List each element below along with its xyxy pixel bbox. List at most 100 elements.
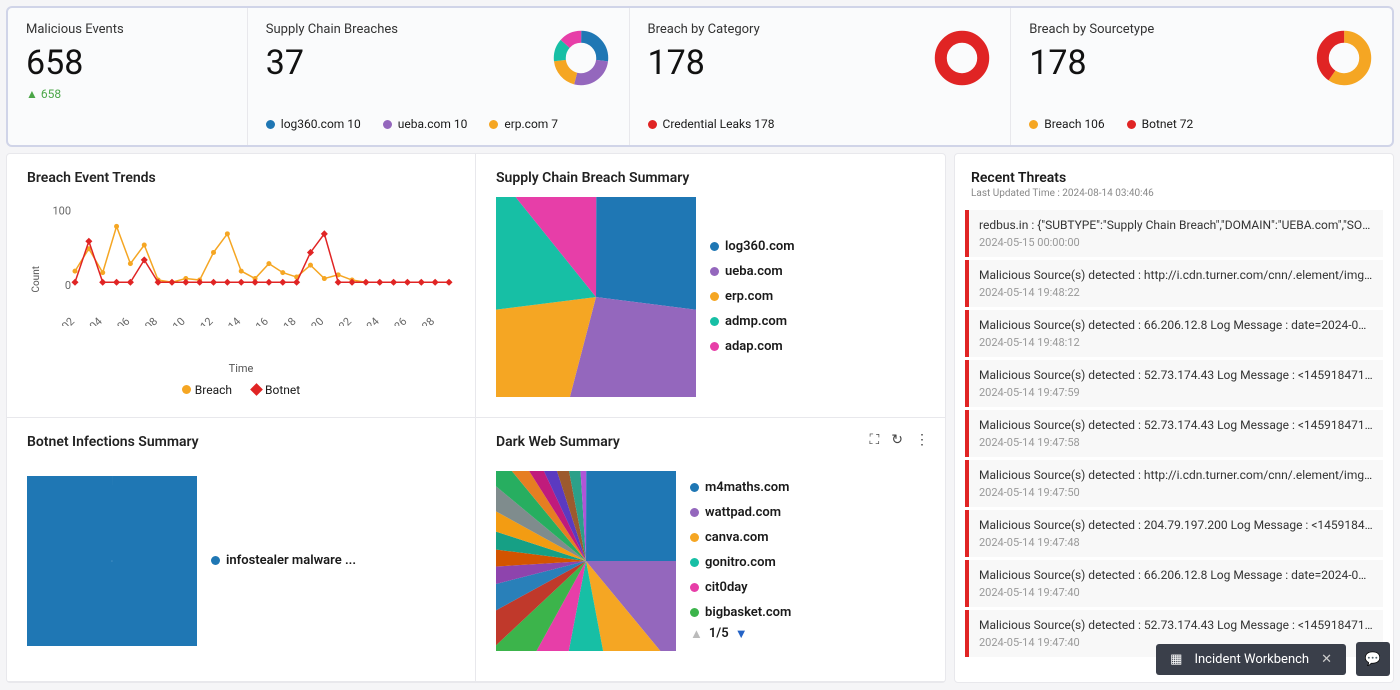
threat-message: Malicious Source(s) detected : 66.206.12… <box>979 568 1373 582</box>
threats-updated: Last Updated Time : 2024-08-14 03:40:46 <box>971 188 1377 199</box>
legend-item: log360.com 10 <box>266 117 361 131</box>
legend-item: erp.com 7 <box>489 117 558 131</box>
threat-message: Malicious Source(s) detected : 52.73.174… <box>979 368 1373 382</box>
sourcetype-donut-icon <box>1316 30 1372 86</box>
threat-message: redbus.in : {"SUBTYPE":"Supply Chain Bre… <box>979 218 1373 232</box>
threat-item[interactable]: Malicious Source(s) detected : 66.206.12… <box>965 310 1383 357</box>
panel-breach-trends[interactable]: Breach Event Trends Count 0100May 02May … <box>7 154 476 418</box>
botnet-legend: infostealer malware ... <box>211 553 356 568</box>
threat-message: Malicious Source(s) detected : 204.79.19… <box>979 518 1373 532</box>
threat-time: 2024-05-14 19:48:12 <box>979 336 1373 349</box>
panel-darkweb[interactable]: Dark Web Summary ⛶ ↻ ⋮ m4maths.com wattpa… <box>476 418 945 682</box>
threat-time: 2024-05-14 19:47:48 <box>979 536 1373 549</box>
stat-title: Malicious Events <box>26 22 229 37</box>
incident-label: Incident Workbench <box>1194 652 1309 667</box>
workbench-icon: ▦ <box>1170 652 1182 667</box>
trends-legend: Breach Botnet <box>27 383 455 397</box>
threat-item[interactable]: Malicious Source(s) detected : http://i.… <box>965 460 1383 507</box>
supply-pie-legend: log360.com ueba.com erp.com admp.com adap.co… <box>710 239 795 354</box>
panel-title: Supply Chain Breach Summary <box>496 170 925 186</box>
x-axis-label: Time <box>27 362 455 375</box>
refresh-icon[interactable]: ↻ <box>891 432 903 448</box>
legend-item: canva.com <box>690 530 791 545</box>
threat-item[interactable]: Malicious Source(s) detected : 66.206.12… <box>965 560 1383 607</box>
stat-legend: Breach 106 Botnet 72 <box>1029 117 1374 131</box>
legend-item: Botnet 72 <box>1127 117 1194 131</box>
stat-legend: log360.com 10 ueba.com 10 erp.com 7 <box>266 117 611 131</box>
threat-message: Malicious Source(s) detected : 66.206.12… <box>979 318 1373 332</box>
legend-pager[interactable]: ▲ 1/5 ▼ <box>690 626 791 642</box>
stat-legend: Credential Leaks 178 <box>648 117 993 131</box>
legend-item: erp.com <box>710 289 795 304</box>
legend-item: wattpad.com <box>690 505 791 520</box>
threat-time: 2024-05-14 19:47:50 <box>979 486 1373 499</box>
threat-message: Malicious Source(s) detected : http://i.… <box>979 468 1373 482</box>
close-icon[interactable]: ✕ <box>1321 652 1332 667</box>
threat-item[interactable]: Malicious Source(s) detected : http://i.… <box>965 260 1383 307</box>
incident-workbench-button[interactable]: ▦ Incident Workbench ✕ <box>1156 644 1346 675</box>
svg-text:May 02: May 02 <box>45 315 77 326</box>
stat-by-sourcetype[interactable]: Breach by Sourcetype 178 Breach 106Botne… <box>1011 8 1392 145</box>
stat-supply-chain[interactable]: Supply Chain Breaches 37 log360.com 10ue… <box>248 8 630 145</box>
legend-item: Breach 106 <box>1029 117 1104 131</box>
top-stats-row: Malicious Events 658 658 Supply Chain Br… <box>6 6 1394 147</box>
stat-value: 658 <box>26 43 229 83</box>
threat-item[interactable]: Malicious Source(s) detected : 52.73.174… <box>965 410 1383 457</box>
chat-button[interactable]: 💬 <box>1356 642 1390 676</box>
stat-delta: 658 <box>26 87 229 101</box>
trends-line-chart: 0100May 02May 04May 06May 08May 10May 12… <box>45 196 455 326</box>
legend-item: adap.com <box>710 339 795 354</box>
legend-item: bigbasket.com <box>690 605 791 620</box>
darkweb-pie-chart <box>496 471 676 651</box>
panel-supply-pie[interactable]: Supply Chain Breach Summary log360.com ue… <box>476 154 945 418</box>
incident-bar: ▦ Incident Workbench ✕ 💬 <box>1156 642 1390 676</box>
stat-by-category[interactable]: Breach by Category 178 Credential Leaks … <box>630 8 1012 145</box>
threat-time: 2024-05-14 19:47:40 <box>979 586 1373 599</box>
threat-time: 2024-05-14 19:47:58 <box>979 436 1373 449</box>
threat-time: 2024-05-14 19:47:59 <box>979 386 1373 399</box>
legend-item: ueba.com <box>710 264 795 279</box>
supply-pie-chart <box>496 197 696 397</box>
threat-item[interactable]: Malicious Source(s) detected : 52.73.174… <box>965 360 1383 407</box>
panel-toolbar: ⛶ ↻ ⋮ <box>869 432 929 448</box>
chat-icon: 💬 <box>1365 652 1381 667</box>
threat-list[interactable]: redbus.in : {"SUBTYPE":"Supply Chain Bre… <box>955 207 1393 682</box>
panel-title: Breach Event Trends <box>27 170 455 186</box>
threat-message: Malicious Source(s) detected : http://i.… <box>979 268 1373 282</box>
threat-item[interactable]: Malicious Source(s) detected : 204.79.19… <box>965 510 1383 557</box>
legend-item: gonitro.com <box>690 555 791 570</box>
darkweb-legend: m4maths.com wattpad.com canva.com gonitro.c… <box>690 480 791 620</box>
pager-text: 1/5 <box>709 626 729 641</box>
botnet-pie-chart <box>27 476 197 646</box>
legend-item: ueba.com 10 <box>383 117 468 131</box>
threat-message: Malicious Source(s) detected : 52.73.174… <box>979 418 1373 432</box>
svg-text:100: 100 <box>52 204 71 217</box>
legend-item: cit0day <box>690 580 791 595</box>
threat-message: Malicious Source(s) detected : 52.73.174… <box>979 618 1373 632</box>
threats-title: Recent Threats <box>971 170 1377 186</box>
panel-title: Dark Web Summary <box>496 434 925 450</box>
expand-icon[interactable]: ⛶ <box>869 432 879 448</box>
threat-time: 2024-05-15 00:00:00 <box>979 236 1373 249</box>
panel-title: Botnet Infections Summary <box>27 434 455 450</box>
stat-malicious-events[interactable]: Malicious Events 658 658 <box>8 8 248 145</box>
legend-label: infostealer malware ... <box>226 553 356 568</box>
y-axis-label: Count <box>31 266 42 293</box>
more-icon[interactable]: ⋮ <box>915 432 929 448</box>
pager-up-icon[interactable]: ▲ <box>690 626 703 642</box>
recent-threats-panel: Recent Threats Last Updated Time : 2024-… <box>954 153 1394 683</box>
threat-item[interactable]: redbus.in : {"SUBTYPE":"Supply Chain Bre… <box>965 210 1383 257</box>
legend-item: admp.com <box>710 314 795 329</box>
pager-down-icon[interactable]: ▼ <box>735 626 748 642</box>
svg-text:0: 0 <box>65 279 71 292</box>
charts-grid: Breach Event Trends Count 0100May 02May … <box>6 153 946 683</box>
legend-breach: Breach <box>195 383 232 397</box>
legend-item: Credential Leaks 178 <box>648 117 775 131</box>
legend-item: log360.com <box>710 239 795 254</box>
panel-botnet[interactable]: Botnet Infections Summary infostealer ma… <box>7 418 476 682</box>
legend-item: m4maths.com <box>690 480 791 495</box>
legend-botnet: Botnet <box>265 383 300 397</box>
supply-chain-donut-icon <box>553 30 609 86</box>
threat-time: 2024-05-14 19:48:22 <box>979 286 1373 299</box>
category-donut-icon <box>934 30 990 86</box>
